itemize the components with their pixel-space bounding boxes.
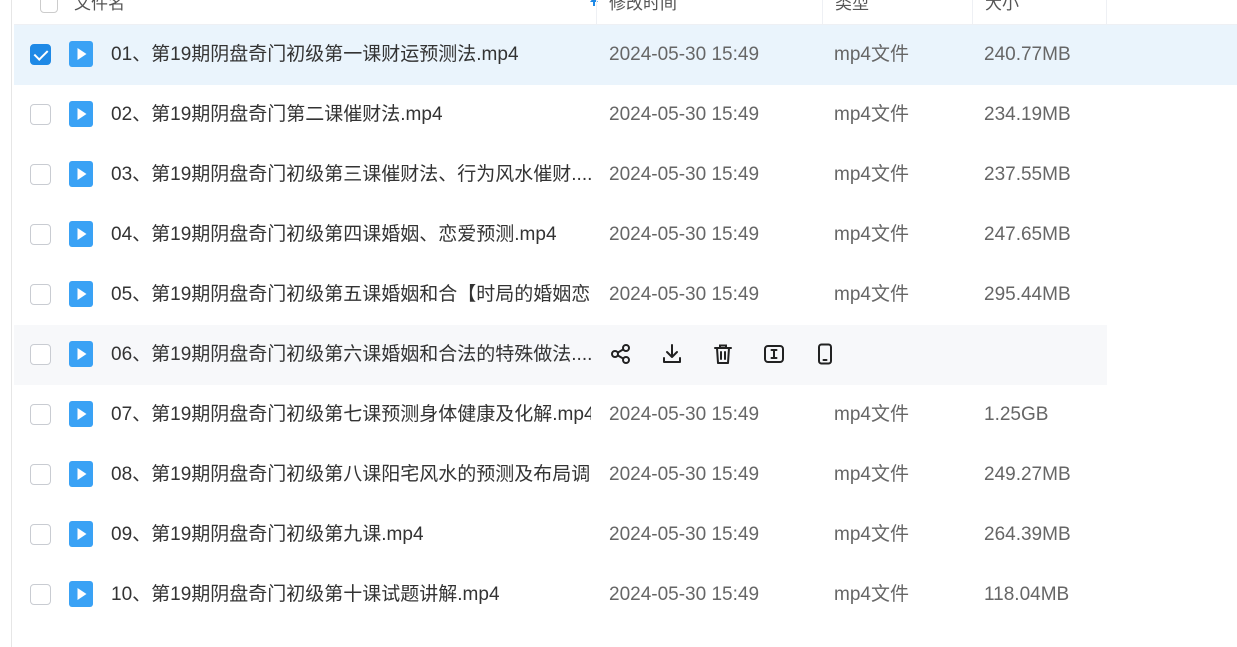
file-row[interactable]: 08、第19期阴盘奇门初级第八课阳宅风水的预测及布局调... 2024-05-30… [14,445,1237,505]
file-type: mp4文件 [834,404,909,425]
video-file-icon [69,161,93,187]
file-row[interactable]: 06、第19期阴盘奇门初级第六课婚姻和合法的特殊做法.... [14,325,1107,385]
file-name[interactable]: 05、第19期阴盘奇门初级第五课婚姻和合【时局的婚姻恋... [111,265,591,325]
header-name-label: 文件名 [74,0,125,13]
row-checkbox[interactable] [30,104,51,125]
header-modified[interactable]: 修改时间 [596,0,822,24]
file-modified-time: 2024-05-30 15:49 [609,404,760,425]
file-modified-time: 2024-05-30 15:49 [609,524,760,545]
file-list-header: 文件名 修改时间 类型 大小 [14,0,1237,25]
file-name[interactable]: 06、第19期阴盘奇门初级第六课婚姻和合法的特殊做法.... [111,325,591,385]
video-file-icon [69,521,93,547]
file-row[interactable]: 04、第19期阴盘奇门初级第四课婚姻、恋爱预测.mp4 2024-05-30 15… [14,205,1237,265]
row-checkbox[interactable] [30,584,51,605]
row-checkbox[interactable] [30,404,51,425]
rename-icon[interactable] [762,342,788,368]
header-size[interactable]: 大小 [972,0,1107,24]
header-modified-label: 修改时间 [609,0,677,13]
file-name[interactable]: 04、第19期阴盘奇门初级第四课婚姻、恋爱预测.mp4 [111,205,591,265]
file-size: 295.44MB [984,284,1071,305]
video-file-icon [69,221,93,247]
file-modified-time: 2024-05-30 15:49 [609,464,760,485]
file-name[interactable]: 10、第19期阴盘奇门初级第十课试题讲解.mp4 [111,565,591,625]
file-size: 118.04MB [984,584,1070,605]
file-row[interactable]: 03、第19期阴盘奇门初级第三课催财法、行为风水催财.... 2024-05-30… [14,145,1237,205]
video-file-icon [69,41,93,67]
file-row[interactable]: 10、第19期阴盘奇门初级第十课试题讲解.mp4 2024-05-30 15:49… [14,565,1237,625]
header-type[interactable]: 类型 [822,0,972,24]
file-type: mp4文件 [834,164,909,185]
file-row[interactable]: 05、第19期阴盘奇门初级第五课婚姻和合【时局的婚姻恋... 2024-05-30… [14,265,1237,325]
row-checkbox[interactable] [30,44,51,65]
header-size-label: 大小 [985,0,1019,13]
file-name[interactable]: 09、第19期阴盘奇门初级第九课.mp4 [111,505,591,565]
select-all-checkbox[interactable] [40,0,58,13]
file-name[interactable]: 07、第19期阴盘奇门初级第七课预测身体健康及化解.mp4 [111,385,591,445]
file-modified-time: 2024-05-30 15:49 [609,224,760,245]
video-file-icon [69,341,93,367]
video-file-icon [69,581,93,607]
video-file-icon [69,281,93,307]
file-modified-time: 2024-05-30 15:49 [609,44,760,65]
row-checkbox[interactable] [30,464,51,485]
file-modified-time: 2024-05-30 15:49 [609,284,760,305]
left-border [11,0,12,647]
file-row[interactable]: 07、第19期阴盘奇门初级第七课预测身体健康及化解.mp4 2024-05-30 … [14,385,1237,445]
file-size: 1.25GB [984,404,1049,425]
download-icon[interactable] [660,342,686,368]
row-checkbox[interactable] [30,344,51,365]
file-type: mp4文件 [834,584,909,605]
file-size: 234.19MB [984,104,1071,125]
header-type-label: 类型 [835,0,869,13]
delete-icon[interactable] [711,342,737,368]
file-type: mp4文件 [834,524,909,545]
file-row[interactable]: 02、第19期阴盘奇门第二课催财法.mp4 2024-05-30 15:49 mp4… [14,85,1237,145]
file-modified-time: 2024-05-30 15:49 [609,584,760,605]
row-checkbox[interactable] [30,284,51,305]
file-size: 240.77MB [984,44,1071,65]
row-checkbox[interactable] [30,224,51,245]
file-row[interactable]: 01、第19期阴盘奇门初级第一课财运预测法.mp4 2024-05-30 15:4… [14,25,1237,85]
file-size: 237.55MB [984,164,1071,185]
share-icon[interactable] [609,342,635,368]
file-row[interactable]: 09、第19期阴盘奇门初级第九课.mp4 2024-05-30 15:49 mp4文… [14,505,1237,565]
file-name[interactable]: 01、第19期阴盘奇门初级第一课财运预测法.mp4 [111,25,591,85]
file-type: mp4文件 [834,464,909,485]
file-modified-time: 2024-05-30 15:49 [609,104,760,125]
file-type: mp4文件 [834,284,909,305]
file-size: 249.27MB [984,464,1071,485]
row-checkbox[interactable] [30,164,51,185]
video-file-icon [69,461,93,487]
file-name[interactable]: 03、第19期阴盘奇门初级第三课催财法、行为风水催财.... [111,145,591,205]
file-type: mp4文件 [834,44,909,65]
file-size: 247.65MB [984,224,1071,245]
phone-icon[interactable] [813,342,839,368]
file-name[interactable]: 02、第19期阴盘奇门第二课催财法.mp4 [111,85,591,145]
header-name[interactable]: 文件名 [62,0,608,24]
file-type: mp4文件 [834,224,909,245]
file-name[interactable]: 08、第19期阴盘奇门初级第八课阳宅风水的预测及布局调... [111,445,591,505]
video-file-icon [69,101,93,127]
file-size: 264.39MB [984,524,1071,545]
row-checkbox[interactable] [30,524,51,545]
file-type: mp4文件 [834,104,909,125]
file-modified-time: 2024-05-30 15:49 [609,164,760,185]
video-file-icon [69,401,93,427]
